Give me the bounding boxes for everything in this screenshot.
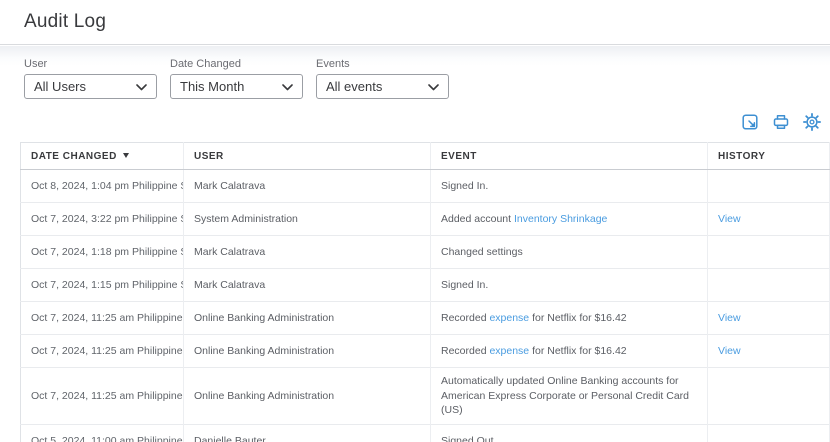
column-header-user: USER	[183, 142, 431, 170]
cell-date: Oct 7, 2024, 1:15 pm Philippine St...	[20, 268, 184, 302]
cell-event: Signed In.	[430, 268, 708, 302]
page-title: Audit Log	[24, 11, 107, 32]
table-header-row: DATE CHANGED USER EVENT HISTORY	[20, 142, 830, 170]
cell-history	[707, 235, 830, 269]
cell-date: Oct 5, 2024, 11:00 am Philippine ...	[20, 424, 184, 442]
app-header: Audit Log	[0, 0, 830, 45]
chevron-down-icon	[422, 79, 439, 94]
table-row: Oct 7, 2024, 1:15 pm Philippine St... Ma…	[20, 268, 830, 302]
column-header-event: EVENT	[430, 142, 708, 170]
cell-user: System Administration	[183, 202, 431, 236]
events-filter-dropdown[interactable]: All events	[316, 74, 449, 99]
table-toolbar	[0, 99, 830, 131]
cell-event: Signed Out.	[430, 424, 708, 442]
table-row: Oct 7, 2024, 11:25 am Philippine ... Onl…	[20, 366, 830, 425]
cell-user: Mark Calatrava	[183, 268, 431, 302]
event-link[interactable]: expense	[489, 312, 529, 324]
user-filter-value: All Users	[34, 79, 87, 94]
chevron-down-icon	[130, 79, 147, 94]
table-row: Oct 5, 2024, 11:00 am Philippine ... Dan…	[20, 424, 830, 442]
cell-event: Changed settings	[430, 235, 708, 269]
cell-date: Oct 7, 2024, 11:25 am Philippine ...	[20, 334, 184, 368]
filter-events-label: Events	[316, 58, 350, 70]
column-header-history: HISTORY	[707, 142, 830, 170]
user-filter-dropdown[interactable]: All Users	[24, 74, 157, 99]
export-icon[interactable]	[741, 113, 759, 131]
cell-history: View	[707, 334, 830, 368]
cell-event: Recorded expense for Netflix for $16.42	[430, 334, 708, 368]
cell-history	[707, 366, 830, 425]
chevron-down-icon	[276, 79, 293, 94]
sort-desc-icon	[122, 153, 129, 158]
cell-user: Danielle Bauter	[183, 424, 431, 442]
content-area: User All Users Date Changed This Month E…	[0, 46, 830, 442]
filter-bar: User All Users Date Changed This Month E…	[0, 46, 830, 99]
cell-date: Oct 7, 2024, 11:25 am Philippine ...	[20, 301, 184, 335]
cell-history	[707, 268, 830, 302]
cell-date: Oct 7, 2024, 1:18 pm Philippine St...	[20, 235, 184, 269]
events-filter-value: All events	[326, 79, 383, 94]
column-header-date-changed[interactable]: DATE CHANGED	[20, 142, 184, 170]
cell-date: Oct 7, 2024, 11:25 am Philippine ...	[20, 366, 184, 425]
cell-user: Online Banking Administration	[183, 301, 431, 335]
settings-gear-icon[interactable]	[803, 113, 821, 131]
cell-history: View	[707, 301, 830, 335]
filter-user: User All Users	[24, 58, 157, 99]
table-row: Oct 7, 2024, 11:25 am Philippine ... Onl…	[20, 301, 830, 335]
event-link[interactable]: expense	[489, 345, 529, 357]
audit-log-page: Audit Log User All Users Date Changed Th…	[0, 0, 830, 442]
audit-log-table: DATE CHANGED USER EVENT HISTORY Oct 8, 2…	[20, 142, 830, 442]
table-row: Oct 8, 2024, 1:04 pm Philippine St... Ma…	[20, 169, 830, 203]
cell-user: Online Banking Administration	[183, 366, 431, 425]
event-link[interactable]: Inventory Shrinkage	[514, 213, 607, 225]
cell-history	[707, 424, 830, 442]
cell-event: Automatically updated Online Banking acc…	[430, 366, 708, 425]
cell-date: Oct 7, 2024, 3:22 pm Philippine St...	[20, 202, 184, 236]
cell-event: Added account Inventory Shrinkage	[430, 202, 708, 236]
filter-events: Events All events	[316, 58, 449, 99]
cell-event: Signed In.	[430, 169, 708, 203]
view-link[interactable]: View	[718, 312, 741, 324]
filter-date-changed-label: Date Changed	[170, 58, 241, 70]
table-row: Oct 7, 2024, 3:22 pm Philippine St... Sy…	[20, 202, 830, 236]
print-icon[interactable]	[772, 113, 790, 131]
cell-user: Mark Calatrava	[183, 235, 431, 269]
cell-history: View	[707, 202, 830, 236]
view-link[interactable]: View	[718, 345, 741, 357]
table-row: Oct 7, 2024, 11:25 am Philippine ... Onl…	[20, 334, 830, 368]
cell-user: Online Banking Administration	[183, 334, 431, 368]
date-changed-filter-value: This Month	[180, 79, 245, 94]
filter-user-label: User	[24, 58, 48, 70]
filter-date-changed: Date Changed This Month	[170, 58, 303, 99]
cell-user: Mark Calatrava	[183, 169, 431, 203]
date-changed-filter-dropdown[interactable]: This Month	[170, 74, 303, 99]
cell-event: Recorded expense for Netflix for $16.42	[430, 301, 708, 335]
table-row: Oct 7, 2024, 1:18 pm Philippine St... Ma…	[20, 235, 830, 269]
cell-date: Oct 8, 2024, 1:04 pm Philippine St...	[20, 169, 184, 203]
cell-history	[707, 169, 830, 203]
view-link[interactable]: View	[718, 213, 741, 225]
